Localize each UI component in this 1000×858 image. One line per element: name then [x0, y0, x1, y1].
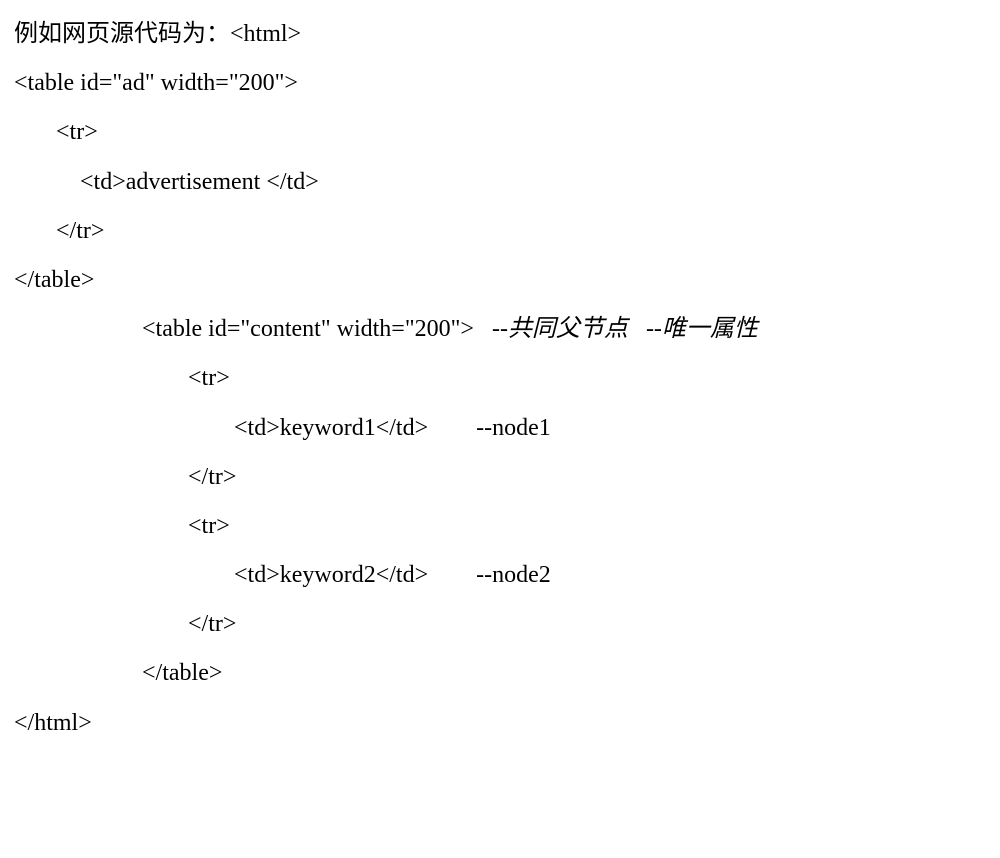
code-line-5: </tr>: [14, 207, 986, 256]
code-line-8: <tr>: [14, 354, 986, 403]
code-text: <tr>: [188, 513, 230, 539]
code-line-13: </tr>: [14, 600, 986, 649]
code-line-10: </tr>: [14, 453, 986, 502]
code-text: <td>keyword1</td>: [234, 415, 428, 441]
code-text: <td>keyword2</td>: [234, 562, 428, 588]
code-line-9: <td>keyword1</td> --node1: [14, 404, 986, 453]
code-text: </tr>: [56, 218, 104, 244]
code-text: </table>: [142, 660, 222, 686]
comment-text: --唯一属性: [646, 316, 758, 342]
code-text: </html>: [14, 710, 92, 736]
code-line-12: <td>keyword2</td> --node2: [14, 551, 986, 600]
code-text: <tr>: [56, 119, 98, 145]
comment-text: --共同父节点: [492, 316, 628, 342]
comment-text: --node1: [476, 415, 551, 441]
code-line-2: <table id="ad" width="200">: [14, 59, 986, 108]
code-line-11: <tr>: [14, 502, 986, 551]
code-text: <td>advertisement </td>: [80, 169, 319, 195]
code-text: </tr>: [188, 611, 236, 637]
code-text: <table id="content" width="200">: [142, 316, 474, 342]
code-line-1: 例如网页源代码为：<html>: [14, 10, 986, 59]
code-line-6: </table>: [14, 256, 986, 305]
code-text: </table>: [14, 267, 94, 293]
code-text: </tr>: [188, 464, 236, 490]
code-text: <tr>: [188, 365, 230, 391]
intro-text: 例如网页源代码为：: [14, 21, 230, 47]
code-line-14: </table>: [14, 649, 986, 698]
code-line-15: </html>: [14, 699, 986, 748]
code-line-7: <table id="content" width="200"> --共同父节点…: [14, 305, 986, 354]
code-line-4: <td>advertisement </td>: [14, 158, 986, 207]
code-text: <table id="ad" width="200">: [14, 70, 298, 96]
code-text: <html>: [230, 21, 301, 47]
code-line-3: <tr>: [14, 108, 986, 157]
comment-text: --node2: [476, 562, 551, 588]
